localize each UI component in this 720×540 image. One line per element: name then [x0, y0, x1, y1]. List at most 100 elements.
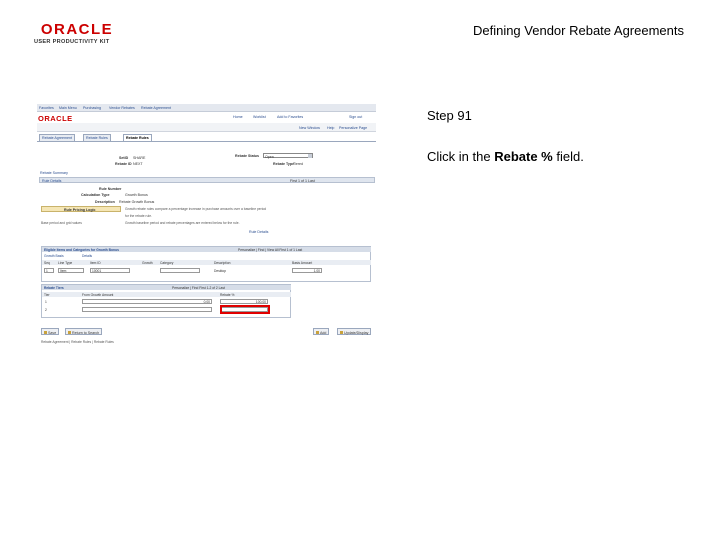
app-screenshot: Favorites Main Menu Purchasing Vendor Re… [37, 104, 376, 346]
return-label: Return to Search [72, 330, 100, 335]
top-link-home[interactable]: Home [233, 115, 243, 119]
breadcrumb-item[interactable]: Purchasing [83, 106, 101, 110]
basis-amount-input[interactable]: 1.00 [292, 268, 322, 273]
rule-details-bar: Rule Details First 1 of 1 Last [39, 177, 375, 183]
save-label: Save [48, 330, 57, 335]
description-label: Description [95, 200, 115, 204]
instruction-field: Rebate % [494, 149, 553, 164]
item-id-value: 10001 [92, 269, 102, 274]
rebate-tiers-grid: Rebate Tiers Personalize | Find First 1-… [41, 284, 291, 318]
column-header: Description [214, 260, 231, 265]
instruction-suffix: field. [552, 149, 584, 164]
update-display-button[interactable]: Update/Display [337, 328, 372, 335]
app-logo: ORACLE [38, 114, 73, 123]
oracle-upk-logo: ORACLE USER PRODUCTIVITY KIT [34, 22, 124, 45]
calculation-type-value: Growth Bonus [125, 193, 148, 197]
base-period-note: Base period and grid values [41, 221, 82, 225]
rebate-id-value: NEXT [133, 162, 143, 166]
column-header: Item ID [90, 260, 101, 265]
help-text-line: for the rebate rule. [125, 214, 152, 218]
help-text-line: Growth rebate rules compare a percentage… [125, 207, 267, 211]
breadcrumb-item[interactable]: Main Menu [59, 106, 77, 110]
rule-number-label: Rule Number [99, 187, 122, 191]
line-type-select[interactable]: Item [58, 268, 84, 273]
column-header: Seq [44, 260, 50, 265]
step-number: Step 91 [427, 108, 472, 123]
rule-details-link[interactable]: Rule Details [249, 230, 268, 234]
grid-tab-growth-basis[interactable]: Growth Basis [44, 254, 64, 258]
tier-number: 2 [45, 308, 47, 312]
update-icon [340, 331, 343, 335]
basis-amount-value: 1.00 [313, 269, 320, 274]
tab-rebate-rules[interactable]: Rebate Rules [83, 134, 111, 141]
from-growth-amount-value: 0.00 [203, 300, 210, 305]
breadcrumb-item[interactable]: Favorites [39, 106, 54, 110]
item-id-input[interactable]: 10001 [90, 268, 130, 273]
add-button[interactable]: Add [313, 328, 330, 335]
update-label: Update/Display [344, 330, 369, 335]
grid-title-bar: Rebate Tiers Personalize | Find First 1-… [42, 285, 291, 290]
breadcrumb-item[interactable]: Rebate Agreement [141, 106, 171, 110]
instruction-prefix: Click in the [427, 149, 495, 164]
top-link-signout[interactable]: Sign out [349, 115, 362, 119]
return-to-search-button[interactable]: Return to Search [65, 328, 103, 335]
column-header: Category [160, 260, 174, 265]
rule-details-nav[interactable]: First 1 of 1 Last [290, 179, 315, 183]
rebate-summary-link[interactable]: Rebate Summary [40, 171, 68, 175]
add-icon [316, 331, 319, 335]
rebate-status-label: Rebate Status [235, 154, 259, 158]
footer-links[interactable]: Rebate Agreement | Rebate Rules | Rebate… [41, 340, 114, 344]
from-growth-amount-input[interactable]: 0.00 [82, 299, 212, 304]
grid-title: Rebate Tiers [44, 285, 64, 290]
column-header: Growth [142, 260, 153, 265]
save-icon [44, 331, 47, 335]
column-header: Tier [44, 292, 50, 297]
logo-word: ORACLE [40, 21, 114, 38]
new-window-link[interactable]: New Window [299, 126, 320, 130]
tier-number: 1 [45, 300, 47, 304]
rule-pricing-label: Rule Pricing Logic [64, 207, 96, 212]
grid-header-row: Seq Line Type Item ID Growth Category De… [42, 260, 371, 265]
from-growth-amount-input[interactable] [82, 307, 212, 312]
setid-label: SetID [119, 156, 129, 160]
rule-pricing-bar[interactable]: Rule Pricing Logic [41, 206, 121, 212]
rebate-percent-value: 100.00 [255, 300, 266, 305]
tab-rebate-rules-active[interactable]: Rebate Rules [123, 134, 152, 141]
rebate-type-label: Rebate Type [273, 162, 295, 166]
calculation-type-label: Calculation Type [81, 193, 110, 197]
category-input[interactable] [160, 268, 200, 273]
page-link-bar: New Window Help Personalize Page [37, 123, 376, 132]
grid-nav[interactable]: Personalize | Find First 1-2 of 2 Last [172, 286, 225, 290]
rebate-type-value: Tiered [293, 162, 304, 166]
rebate-status-value: Open [265, 154, 274, 159]
breadcrumb-bar: Favorites Main Menu Purchasing Vendor Re… [37, 104, 376, 112]
slide-title: Defining Vendor Rebate Agreements [472, 23, 684, 38]
help-link[interactable]: Help [327, 126, 334, 130]
personalize-page-link[interactable]: Personalize Page [339, 126, 367, 130]
item-description: Desktop [214, 268, 227, 273]
line-type-value: Item [60, 269, 67, 274]
logo-subtitle: USER PRODUCTIVITY KIT [34, 39, 110, 45]
grid-title: Eligible Items and Categories for Growth… [44, 247, 119, 252]
step-instruction: Click in the Rebate % field. [427, 149, 584, 164]
rule-details-label: Rule Details [42, 178, 62, 183]
column-header: Rebate % [220, 292, 235, 297]
eligible-items-grid: Eligible Items and Categories for Growth… [41, 246, 371, 282]
rebate-percent-input[interactable]: 100.00 [220, 299, 268, 304]
grid-nav[interactable]: Personalize | Find | View All First 1 of… [238, 248, 302, 252]
tab-rebate-agreement[interactable]: Rebate Agreement [39, 134, 75, 141]
breadcrumb-item[interactable]: Vendor Rebates [109, 106, 135, 110]
rebate-id-label: Rebate ID [115, 162, 132, 166]
top-link-worklist[interactable]: Worklist [253, 115, 266, 119]
rebate-status-select[interactable]: Open [263, 153, 313, 159]
return-icon [68, 331, 71, 335]
column-header: Line Type [58, 260, 73, 265]
seq-input[interactable]: 1 [44, 268, 54, 273]
rebate-percent-highlight[interactable] [220, 305, 270, 314]
help-text-line: Growth baseline period and rebate percen… [125, 221, 240, 225]
grid-title-bar: Eligible Items and Categories for Growth… [42, 247, 371, 252]
column-header: From Growth Amount [82, 292, 114, 297]
grid-tab-details[interactable]: Details [82, 254, 92, 258]
save-button[interactable]: Save [41, 328, 60, 335]
top-link-favorites[interactable]: Add to Favorites [277, 115, 303, 119]
